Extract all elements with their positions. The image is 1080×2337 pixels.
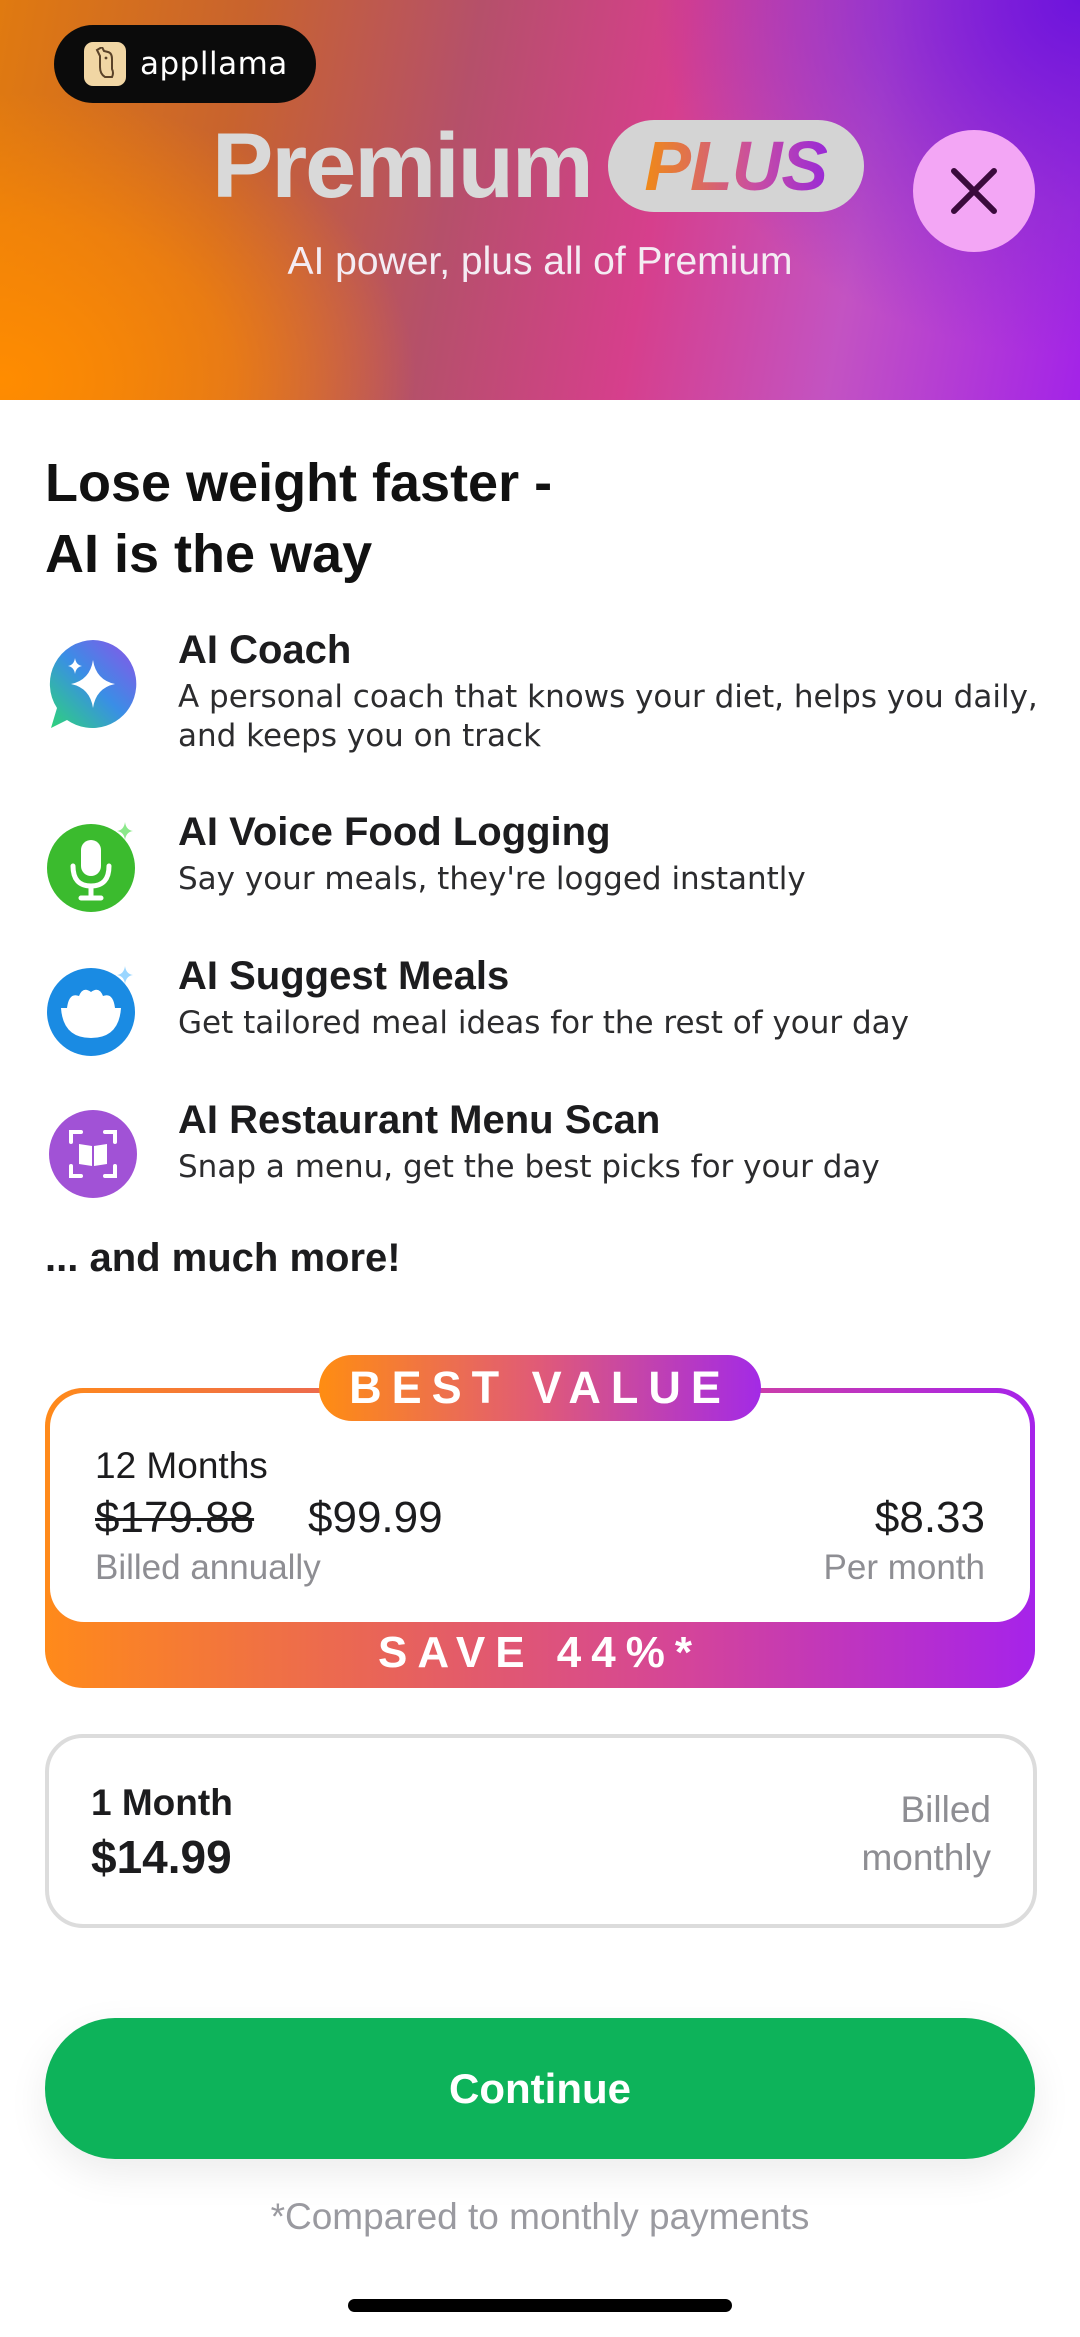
home-indicator[interactable] bbox=[348, 2299, 732, 2312]
close-icon bbox=[951, 168, 997, 214]
headline-line-2: AI is the way bbox=[45, 524, 373, 584]
footnote: *Compared to monthly payments bbox=[270, 2196, 810, 2237]
paywall-header: appllama Premium PLUS AI power, plus all… bbox=[0, 0, 1080, 400]
plan-price: $99.99 bbox=[308, 1493, 443, 1542]
premium-title: Premium bbox=[212, 114, 594, 217]
premium-title-row: Premium PLUS bbox=[212, 114, 864, 217]
page-headline: Lose weight faster - AI is the way bbox=[45, 448, 945, 590]
plan-price: $14.99 bbox=[91, 1831, 232, 1883]
plan-billing: Billed annually bbox=[95, 1548, 321, 1587]
plan-billing-line-1: Billed bbox=[900, 1789, 992, 1830]
feature-description: Snap a menu, get the best picks for your… bbox=[178, 1149, 880, 1185]
best-value-badge: BEST VALUE bbox=[319, 1355, 761, 1421]
feature-description: Get tailored meal ideas for the rest of … bbox=[178, 1005, 910, 1041]
llama-logo-icon bbox=[84, 42, 126, 86]
ai-coach-sparkle-icon bbox=[45, 636, 141, 732]
feature-description: A personal coach that knows your diet, h… bbox=[178, 679, 1038, 754]
plus-badge-label: PLUS bbox=[644, 127, 828, 205]
microphone-icon bbox=[45, 818, 141, 914]
feature-title: AI Suggest Meals bbox=[178, 954, 510, 998]
plan-billing-line-2: monthly bbox=[861, 1837, 991, 1878]
plan-annual-option[interactable]: 12 Months $179.88 $99.99 Billed annually… bbox=[45, 1355, 1035, 1688]
feature-ai-menu-scan: AI Restaurant Menu Scan Snap a menu, get… bbox=[45, 1098, 1045, 1218]
more-features-text: ... and much more! bbox=[45, 1236, 401, 1280]
brand-name: appllama bbox=[140, 46, 288, 82]
feature-title: AI Coach bbox=[178, 628, 352, 672]
plan-per-label: Per month bbox=[823, 1548, 985, 1587]
plan-annual-card: 12 Months $179.88 $99.99 Billed annually… bbox=[50, 1393, 1030, 1622]
menu-scan-icon bbox=[45, 1106, 141, 1202]
meal-bowl-icon bbox=[45, 962, 141, 1058]
feature-ai-suggest-meals: AI Suggest Meals Get tailored meal ideas… bbox=[45, 954, 1045, 1074]
savings-banner: SAVE 44%* bbox=[378, 1628, 702, 1677]
close-button[interactable] bbox=[913, 130, 1035, 252]
plan-original-price: $179.88 bbox=[95, 1493, 255, 1542]
headline-line-1: Lose weight faster - bbox=[45, 453, 553, 513]
feature-ai-voice-logging: AI Voice Food Logging Say your meals, th… bbox=[45, 810, 1045, 930]
brand-pill: appllama bbox=[54, 25, 316, 103]
plan-monthly-option[interactable]: 1 Month $14.99 Billed monthly bbox=[45, 1734, 1037, 1928]
feature-description: Say your meals, they're logged instantly bbox=[178, 861, 806, 897]
header-subtitle: AI power, plus all of Premium bbox=[287, 240, 793, 283]
feature-ai-coach: AI Coach A personal coach that knows you… bbox=[45, 628, 1045, 754]
plan-duration: 1 Month bbox=[91, 1782, 233, 1823]
feature-title: AI Restaurant Menu Scan bbox=[178, 1098, 661, 1142]
plan-billing: Billed monthly bbox=[791, 1786, 991, 1882]
plan-monthly-equivalent: $8.33 bbox=[874, 1493, 985, 1542]
continue-button[interactable]: Continue bbox=[45, 2018, 1035, 2159]
feature-title: AI Voice Food Logging bbox=[178, 810, 611, 854]
plan-duration: 12 Months bbox=[95, 1445, 268, 1486]
plus-badge: PLUS bbox=[607, 120, 864, 212]
